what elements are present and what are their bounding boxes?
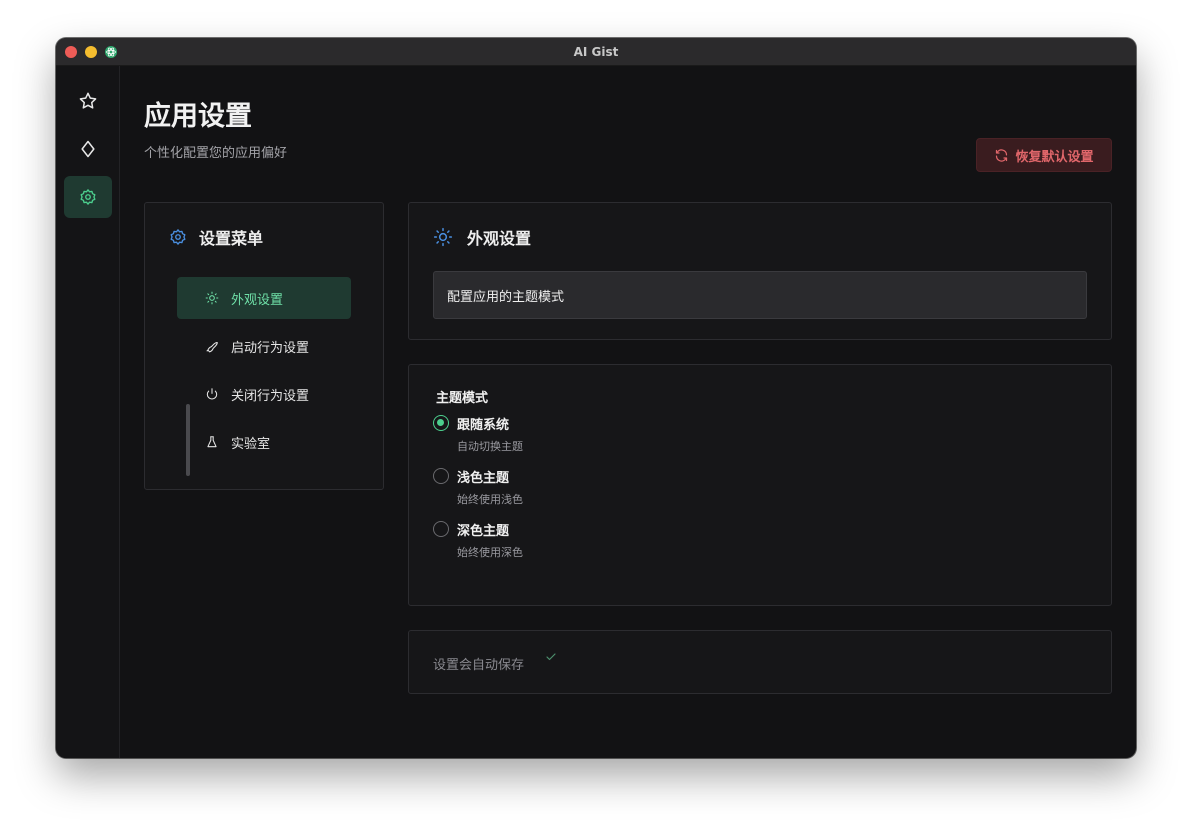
menu-item-label: 实验室 (231, 436, 271, 452)
settings-menu-title: 设置菜单 (199, 229, 264, 248)
menu-item-label: 关闭行为设置 (231, 388, 310, 404)
rail-settings-button[interactable] (64, 176, 112, 218)
appearance-title: 外观设置 (467, 229, 532, 248)
settings-menu-header: 设置菜单 (169, 225, 263, 249)
rocket-icon (206, 341, 218, 353)
theme-option-label: 深色主题 (457, 524, 510, 539)
theme-option-desc: 始终使用浅色 (457, 493, 523, 506)
appearance-description: 配置应用的主题模式 (433, 271, 1087, 319)
autosave-panel: 设置会自动保存 (408, 630, 1112, 694)
power-icon (206, 388, 218, 400)
theme-option-desc: 始终使用深色 (457, 546, 523, 559)
star-icon (79, 92, 97, 109)
check-icon (546, 653, 556, 661)
flask-icon (207, 436, 217, 448)
gear-icon (170, 229, 186, 245)
menu-item-appearance[interactable]: 外观设置 (177, 277, 351, 319)
page-title: 应用设置 (144, 101, 252, 132)
window-title: AI Gist (573, 45, 619, 59)
title-bar: AI Gist (56, 38, 1136, 66)
radio-button[interactable] (433, 521, 449, 537)
diamond-icon (81, 140, 95, 158)
menu-item-lab[interactable]: 实验室 (177, 421, 351, 463)
theme-mode-panel: 主题模式 跟随系统 自动切换主题 浅色主题 始终使用浅色 深色主题 始终使用深色 (408, 364, 1112, 606)
menu-item-startup[interactable]: 启动行为设置 (177, 325, 351, 367)
reset-defaults-label: 恢复默认设置 (1015, 149, 1094, 165)
autosave-text: 设置会自动保存 (433, 658, 525, 673)
main-content: 应用设置 个性化配置您的应用偏好 恢复默认设置 设置菜单 外观设置 启动行为设置… (120, 66, 1136, 758)
radio-button[interactable] (433, 468, 449, 484)
appearance-panel: 外观设置 配置应用的主题模式 (408, 202, 1112, 340)
reset-defaults-button[interactable]: 恢复默认设置 (976, 138, 1112, 172)
gear-icon (80, 189, 96, 205)
scrollbar-thumb[interactable] (186, 404, 190, 476)
sun-icon (205, 291, 219, 305)
menu-item-close-behavior[interactable]: 关闭行为设置 (177, 373, 351, 415)
rail-prompts-button[interactable] (64, 128, 112, 170)
refresh-icon (996, 148, 1008, 162)
theme-mode-label: 主题模式 (436, 391, 489, 406)
menu-item-label: 外观设置 (231, 292, 284, 308)
theme-option-label: 浅色主题 (457, 471, 510, 486)
theme-option-label: 跟随系统 (457, 418, 510, 433)
app-window: AI Gist 应用设置 个性化配置您的应用偏好 恢复默认设置 设置菜单 外观设… (56, 38, 1136, 758)
appearance-header: 外观设置 (433, 225, 531, 249)
menu-item-label: 启动行为设置 (231, 340, 310, 356)
settings-menu-panel: 设置菜单 外观设置 启动行为设置 关闭行为设置 实验室 (144, 202, 384, 490)
rail-favorites-button[interactable] (64, 80, 112, 122)
theme-option-desc: 自动切换主题 (457, 440, 523, 453)
radio-button[interactable] (433, 415, 449, 431)
page-subtitle: 个性化配置您的应用偏好 (144, 146, 288, 161)
nav-rail (56, 66, 120, 758)
sun-icon (433, 227, 453, 247)
